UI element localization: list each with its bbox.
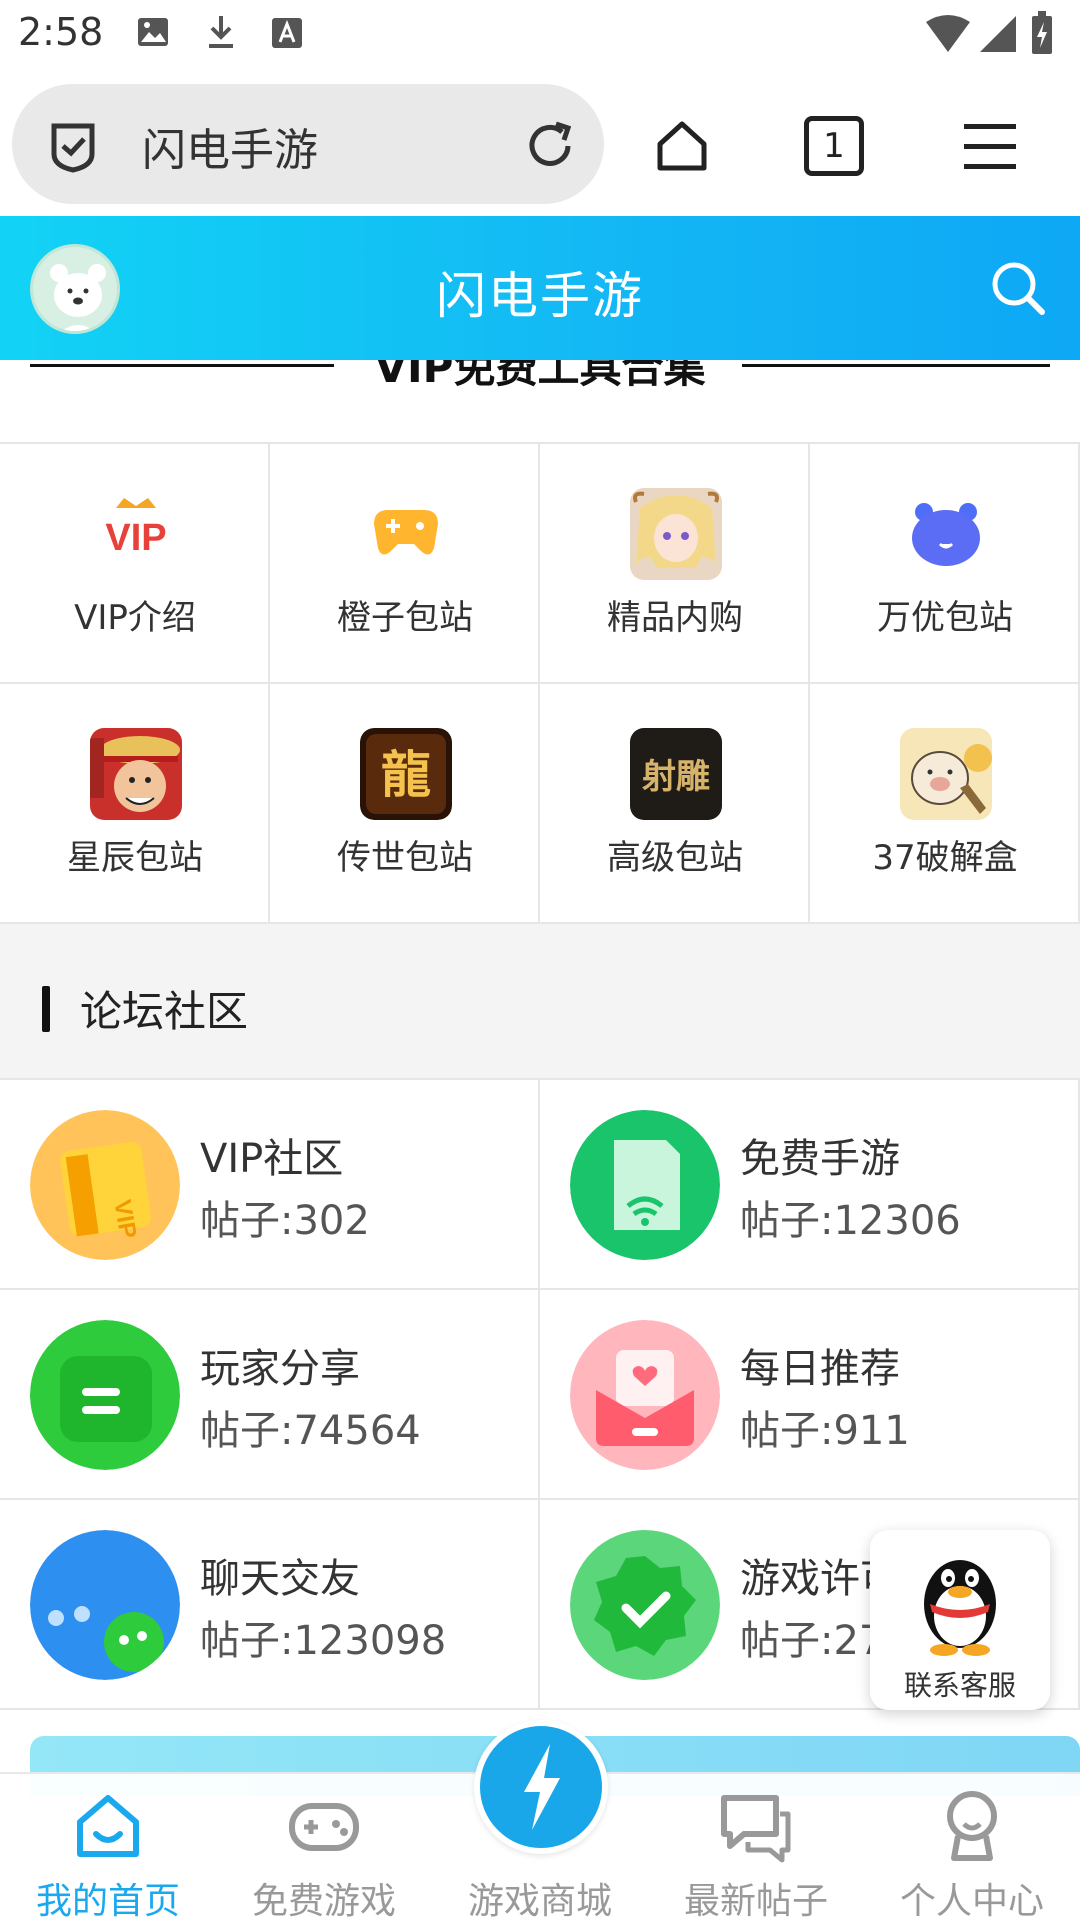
tools-section-header: VIP免费工具合集 [0,360,1080,442]
address-bar-title[interactable]: 闪电手游 [142,114,318,178]
forum-item-player-share[interactable]: 玩家分享 帖子:74564 [0,1290,540,1500]
nav-item-free-games[interactable]: 免费游戏 [216,1774,432,1920]
forum-post-count: 帖子:12306 [740,1198,961,1244]
user-icon [947,1791,997,1861]
nav-label: 免费游戏 [251,1881,396,1920]
tool-label: 星辰包站 [67,838,203,878]
vip-card-icon: VIP [30,1110,180,1260]
signal-icon [980,16,1016,52]
tool-item-xingchen[interactable]: 星辰包站 [0,684,270,924]
forum-name: 每日推荐 [740,1346,900,1392]
vip-crown-icon: VIP [105,498,167,559]
lightning-icon [524,1744,560,1830]
forum-name: 免费手游 [740,1136,900,1182]
nav-item-home[interactable]: 我的首页 [0,1774,216,1920]
download-notification-icon [209,16,233,48]
forum-item-free-games[interactable]: 免费手游 帖子:12306 [540,1080,1080,1290]
forum-item-vip[interactable]: VIP VIP社区 帖子:302 [0,1080,540,1290]
forum-post-count: 帖子:302 [200,1198,370,1244]
game-mall-center-button[interactable] [474,1720,608,1854]
tool-item-premium[interactable]: 精品内购 [540,444,810,684]
gamepad-icon [289,1803,359,1851]
tool-label: 传世包站 [337,838,473,878]
tool-item-gaoji[interactable]: 射雕 高级包站 [540,684,810,924]
divider [742,364,1050,367]
nav-label: 个人中心 [899,1881,1044,1920]
bear-icon [912,503,980,566]
tool-item-chuanshi[interactable]: 龍 传世包站 [270,684,540,924]
forum-item-chat[interactable]: 聊天交友 帖子:123098 [0,1500,540,1710]
search-icon[interactable] [988,258,1048,318]
font-notification-icon [272,18,302,48]
forum-name: 聊天交友 [200,1556,360,1602]
tabs-count-button[interactable]: 1 [804,116,864,176]
svg-text:VIP: VIP [105,517,166,559]
tool-label: 万优包站 [877,598,1013,638]
forum-post-count: 帖子:27 [740,1618,885,1664]
home-smile-icon [77,1795,139,1857]
dragon-char-icon: 龍 [360,728,452,820]
battery-charging-icon [1032,11,1052,54]
chat-box-icon [30,1320,180,1470]
contact-support-label: 联系客服 [903,1669,1016,1702]
image-notification-icon [138,18,168,46]
browser-toolbar: 闪电手游 1 [0,72,1080,216]
svg-text:龍: 龍 [381,745,431,804]
forum-name: 玩家分享 [200,1346,360,1392]
forum-post-count: 帖子:911 [740,1408,910,1454]
status-bar: 2:58 [0,0,1080,72]
page-title: 闪电手游 [436,267,644,325]
pig-monk-icon [900,728,992,820]
tool-label: VIP介绍 [74,598,196,638]
tool-item-vip[interactable]: VIP VIP介绍 [0,444,270,684]
love-letter-icon [570,1320,720,1470]
tool-item-wanyou[interactable]: 万优包站 [810,444,1080,684]
gamepad-icon [374,510,438,555]
forum-section-header: 论坛社区 [0,924,1080,1080]
anime-girl-icon [630,488,722,580]
home-icon[interactable] [652,116,712,176]
nav-item-latest-posts[interactable]: 最新帖子 [648,1774,864,1920]
reload-icon[interactable] [522,118,578,174]
pirate-boy-icon [90,728,182,820]
qq-penguin-icon [924,1560,996,1656]
tool-label: 精品内购 [607,598,743,638]
tool-label: 橙子包站 [337,598,473,638]
chat-icon [721,1795,791,1863]
tool-label: 37破解盒 [872,838,1018,878]
address-bar[interactable]: 闪电手游 [12,84,604,204]
menu-icon[interactable] [960,116,1020,176]
forum-name: VIP社区 [200,1136,344,1182]
forum-item-daily-pick[interactable]: 每日推荐 帖子:911 [540,1290,1080,1500]
wifi-icon [926,15,970,52]
sim-card-icon [570,1110,720,1260]
forum-post-count: 帖子:123098 [200,1618,447,1664]
tool-label: 高级包站 [607,838,743,878]
forum-section-title: 论坛社区 [80,987,249,1036]
sheidiao-logo-icon: 射雕 [630,728,722,820]
tool-item-37box[interactable]: 37破解盒 [810,684,1080,924]
status-time: 2:58 [18,10,104,54]
page: 2:58 闪电手游 1 闪电手游 VIP免费工具合集 VIP VIP介绍 橙子包… [0,0,1080,1920]
nav-label: 最新帖子 [683,1881,828,1920]
svg-text:射雕: 射雕 [642,757,710,797]
nav-item-profile[interactable]: 个人中心 [864,1774,1080,1920]
verified-badge-icon [570,1530,720,1680]
nav-label: 游戏商城 [467,1881,612,1920]
site-shield-icon[interactable] [46,120,100,174]
tool-item-orange[interactable]: 橙子包站 [270,444,540,684]
forum-post-count: 帖子:74564 [200,1408,421,1454]
app-header: 闪电手游 [0,216,1080,360]
title-accent-bar [42,986,50,1032]
nav-label: 我的首页 [35,1881,180,1920]
contact-support-button[interactable]: 联系客服 [870,1530,1050,1710]
chat-bubbles-icon [30,1530,180,1680]
tools-grid: VIP VIP介绍 橙子包站 精品内购 万优包站 星辰包站 龍 传世包站 射雕 … [0,442,1080,924]
